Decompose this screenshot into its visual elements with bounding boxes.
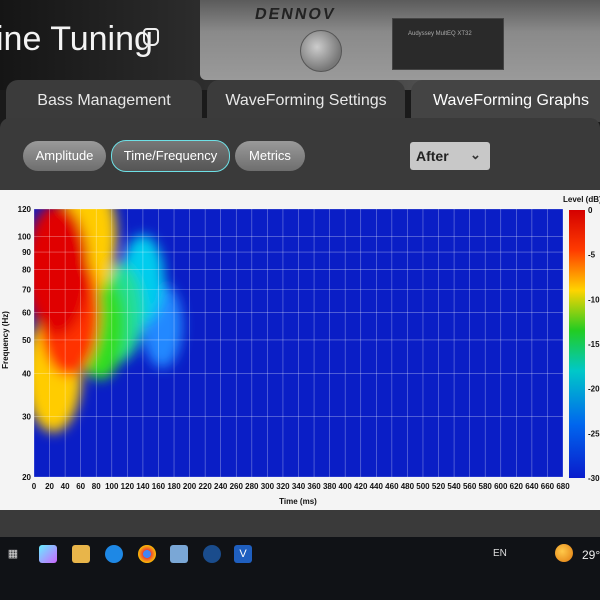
y-axis-label: Frequency (Hz) (1, 311, 10, 369)
copilot-icon[interactable] (39, 545, 57, 563)
y-tick-label: 80 (22, 266, 31, 275)
colorbar-tick-label: -25 (588, 429, 600, 438)
x-tick-label: 100 (105, 482, 119, 491)
x-tick-label: 320 (276, 482, 290, 491)
y-tick-label: 70 (22, 286, 31, 295)
page-title: ine Tuning (0, 20, 153, 58)
time-frequency-button[interactable]: Time/Frequency (111, 140, 230, 172)
x-tick-label: 480 (401, 482, 415, 491)
colorbar-tick-label: -5 (588, 251, 596, 260)
x-tick-label: 680 (556, 482, 570, 491)
device-knob (300, 30, 342, 72)
x-tick-label: 520 (432, 482, 446, 491)
x-tick-label: 500 (416, 482, 430, 491)
metrics-button[interactable]: Metrics (235, 141, 305, 171)
device-brand: DENNOV (253, 6, 338, 23)
info-icon[interactable] (143, 28, 159, 46)
device-panel (392, 18, 504, 70)
x-tick-label: 20 (45, 482, 54, 491)
file-explorer-icon[interactable] (72, 545, 90, 563)
x-tick-label: 380 (323, 482, 337, 491)
taskbar (0, 537, 600, 600)
x-axis-label: Time (ms) (279, 497, 317, 506)
weather-icon[interactable] (555, 544, 573, 562)
tab-waveforming-settings[interactable]: WaveForming Settings (207, 80, 405, 122)
x-tick-label: 400 (338, 482, 352, 491)
x-tick-label: 560 (463, 482, 477, 491)
x-tick-label: 240 (214, 482, 228, 491)
x-tick-label: 260 (230, 482, 244, 491)
x-tick-label: 420 (354, 482, 368, 491)
language-indicator[interactable]: EN (493, 548, 507, 559)
x-tick-label: 180 (167, 482, 181, 491)
x-tick-label: 360 (307, 482, 321, 491)
x-tick-label: 80 (92, 482, 101, 491)
x-tick-label: 0 (32, 482, 37, 491)
chrome-icon[interactable] (138, 545, 156, 563)
time-frequency-chart: 0 20 40 60 80 100 120 140 160 180 200 220 240 260 280 3… (0, 190, 600, 510)
audyssey-app-icon[interactable]: V (234, 545, 252, 563)
tab-waveforming-graphs[interactable]: WaveForming Graphs (411, 80, 600, 122)
x-tick-label: 340 (292, 482, 306, 491)
x-tick-label: 40 (61, 482, 70, 491)
x-tick-label: 540 (447, 482, 461, 491)
amplitude-button[interactable]: Amplitude (23, 141, 106, 171)
task-view-icon[interactable]: ▦ (4, 545, 22, 563)
device-panel-text: Audyssey MultEQ XT32 (408, 31, 472, 37)
colorbar-label: Level (dB) (563, 195, 600, 204)
x-tick-label: 640 (525, 482, 539, 491)
y-tick-label: 20 (22, 473, 31, 482)
x-tick-label: 220 (198, 482, 212, 491)
chevron-down-icon: ⌄ (470, 147, 481, 162)
outlook-icon[interactable] (105, 545, 123, 563)
colorbar-tick-label: -10 (588, 295, 600, 304)
y-tick-label: 120 (18, 205, 32, 214)
view-select[interactable]: After ⌄ (410, 142, 490, 170)
x-tick-label: 460 (385, 482, 399, 491)
colorbar (569, 210, 585, 478)
y-tick-label: 50 (22, 336, 31, 345)
y-tick-label: 100 (18, 232, 32, 241)
x-tick-label: 580 (479, 482, 493, 491)
app-window-icon[interactable] (170, 545, 188, 563)
temperature: 29° (582, 548, 600, 562)
x-tick-label: 600 (494, 482, 508, 491)
x-tick-label: 300 (261, 482, 275, 491)
x-tick-label: 620 (510, 482, 524, 491)
tab-bass-management[interactable]: Bass Management (6, 80, 202, 122)
y-tick-label: 90 (22, 248, 31, 257)
x-tick-label: 120 (121, 482, 135, 491)
x-tick-label: 140 (136, 482, 150, 491)
y-tick-label: 40 (22, 369, 31, 378)
x-tick-label: 280 (245, 482, 259, 491)
view-select-value: After (416, 148, 449, 164)
colorbar-tick-label: 0 (588, 206, 593, 215)
x-tick-label: 60 (76, 482, 85, 491)
x-tick-label: 200 (183, 482, 197, 491)
x-tick-label: 160 (152, 482, 166, 491)
colorbar-tick-label: -30 (588, 474, 600, 483)
y-tick-label: 60 (22, 309, 31, 318)
y-tick-label: 30 (22, 412, 31, 421)
colorbar-tick-label: -20 (588, 385, 600, 394)
media-player-icon[interactable] (203, 545, 221, 563)
x-tick-label: 660 (541, 482, 555, 491)
app-window: DENNOV Audyssey MultEQ XT32 ine Tuning B… (0, 0, 600, 600)
x-tick-label: 440 (370, 482, 384, 491)
colorbar-tick-label: -15 (588, 340, 600, 349)
